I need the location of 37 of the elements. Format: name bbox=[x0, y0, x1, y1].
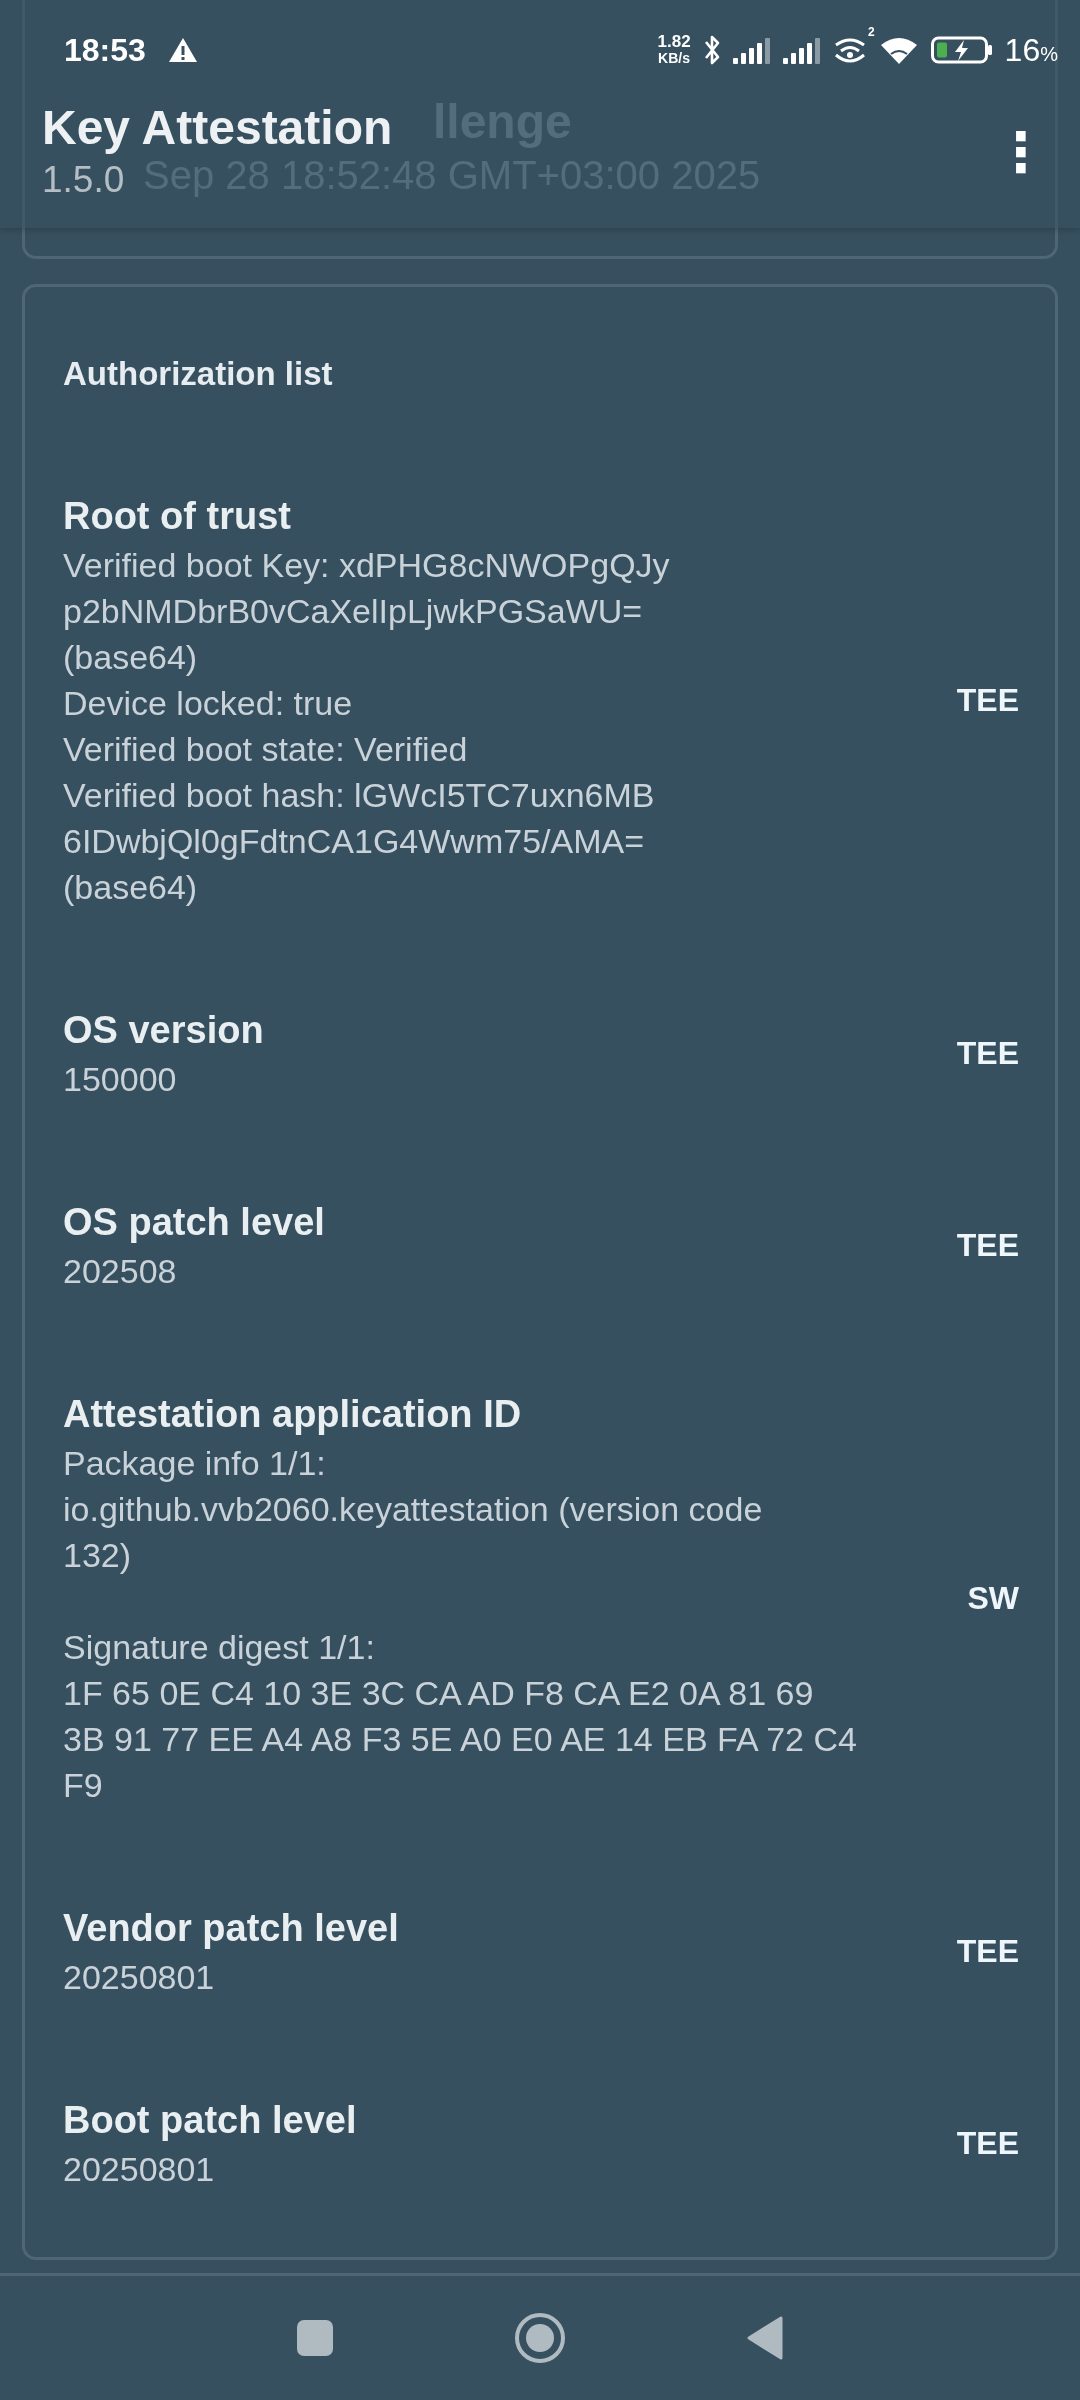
more-options-button[interactable]: ⋮ bbox=[986, 125, 1056, 179]
percent-sign: % bbox=[1040, 42, 1058, 66]
app-title: Key Attestation bbox=[42, 100, 393, 156]
warning-icon bbox=[167, 37, 198, 63]
section-heading: Authorization list bbox=[63, 354, 334, 394]
sim-number-text: 2 bbox=[867, 25, 875, 39]
item-title: OS version bbox=[63, 1008, 265, 1053]
item-title: Vendor patch level bbox=[63, 1906, 400, 1951]
version-text: 1.5.0 bbox=[42, 158, 125, 202]
security-level-label: SW bbox=[966, 1579, 1020, 1617]
security-level-label: TEE bbox=[955, 1034, 1020, 1072]
network-speed-text: 1.82 bbox=[657, 33, 691, 50]
signal-icon bbox=[732, 36, 771, 64]
recents-button[interactable] bbox=[296, 2319, 334, 2357]
security-level-label: TEE bbox=[955, 681, 1020, 719]
clock-text: 18:53 bbox=[64, 31, 146, 69]
item-value: 20250801 bbox=[63, 2149, 216, 2190]
home-button[interactable] bbox=[514, 2312, 566, 2364]
network-speed-unit: KB/s bbox=[658, 50, 690, 67]
item-title: Boot patch level bbox=[63, 2098, 358, 2143]
item-value: 150000 bbox=[63, 1059, 178, 1100]
item-value: 202508 bbox=[63, 1251, 178, 1292]
battery-charging-icon bbox=[930, 35, 993, 65]
item-title: Attestation application ID bbox=[63, 1392, 523, 1437]
item-value: 20250801 bbox=[63, 1957, 216, 1998]
back-button[interactable] bbox=[746, 2316, 784, 2360]
item-title: OS patch level bbox=[63, 1200, 326, 1245]
bluetooth-icon bbox=[702, 33, 721, 67]
security-level-label: TEE bbox=[955, 1932, 1020, 1970]
item-value: Package info 1/1: io.github.vvb2060.keyattestation (version code 132) Signature digest 1/1: 1F 65 0E C4 10 3E 3C CA AD F8 CA E2 0A 81 69 3B 91 77 EE A4 A8 F3 5E A0 E0 AE 14 EB FA 72 C4 F9 bbox=[63, 1443, 858, 1806]
item-title: Root of trust bbox=[63, 494, 292, 539]
security-level-label: TEE bbox=[955, 2124, 1020, 2162]
wifi-icon bbox=[878, 35, 919, 65]
security-level-label: TEE bbox=[955, 1226, 1020, 1264]
signal-icon bbox=[782, 36, 821, 64]
item-value: Verified boot Key: xdPHG8cNWOPgQJy p2bNMDbrB0vCaXelIpLjwkPGSaWU= (base64) Device locked: true Verified boot state: Verified Verified boot hash: lGWcI5TC7uxn6MB 6IDwbjQl0gFdtnCA1G4Wwm75/AMA= (base64) bbox=[63, 545, 671, 908]
battery-percent-text: 16 bbox=[1004, 31, 1041, 69]
